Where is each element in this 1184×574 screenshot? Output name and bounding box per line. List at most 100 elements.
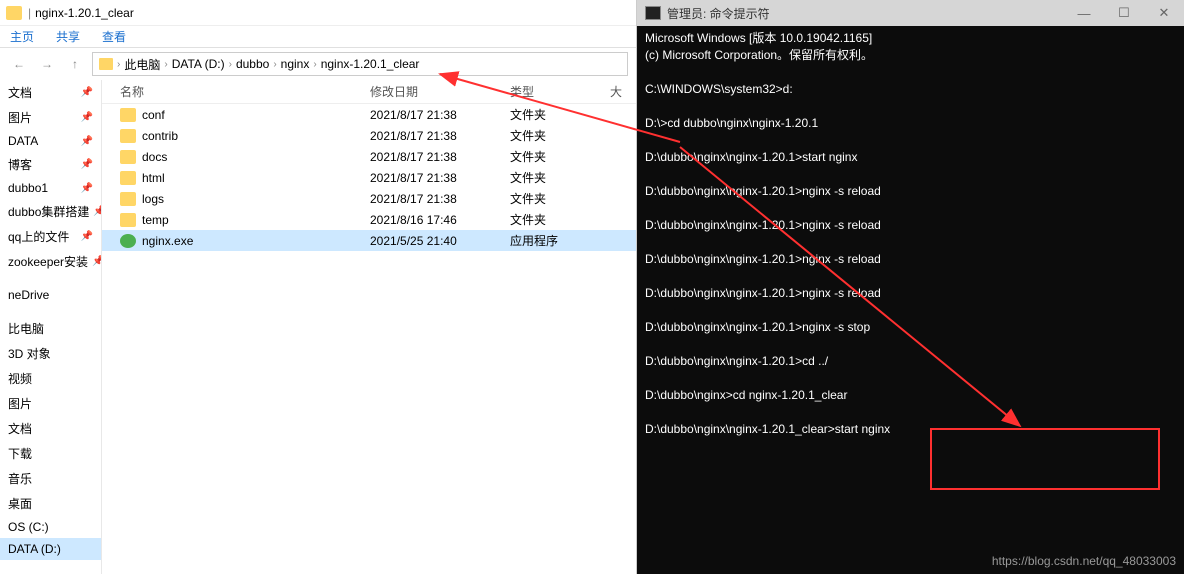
folder-icon [120,171,136,185]
file-row[interactable]: nginx.exe2021/5/25 21:40应用程序 [102,230,636,251]
nav-item[interactable] [0,306,101,316]
nav-item[interactable]: 文档 📌 [0,80,101,105]
nav-label: 博客 [8,156,32,173]
col-date[interactable]: 修改日期 [370,83,510,100]
file-date: 2021/8/17 21:38 [370,192,510,206]
minimize-button[interactable]: — [1064,0,1104,26]
file-type: 应用程序 [510,232,610,249]
up-button[interactable]: ↑ [64,53,86,75]
address-bar-row: ← → ↑ › 此电脑 › DATA (D:) › dubbo › nginx … [0,48,636,80]
crumb-pc[interactable]: 此电脑 [124,56,160,73]
nav-label: zookeeper安装 [8,253,88,270]
file-name: conf [142,108,165,122]
terminal-output[interactable]: Microsoft Windows [版本 10.0.19042.1165] (… [637,26,1184,442]
nav-label: 文档 [8,420,32,437]
nav-item[interactable]: 桌面 [0,491,101,516]
nav-item[interactable]: qq上的文件📌 [0,224,101,249]
file-name: temp [142,213,169,227]
nav-item[interactable]: 文档 [0,416,101,441]
col-size[interactable]: 大 [610,83,622,100]
file-name: contrib [142,129,178,143]
window-title: nginx-1.20.1_clear [35,6,134,20]
crumb-nginx[interactable]: nginx [281,57,310,71]
nav-item[interactable]: dubbo集群搭建📌 [0,199,101,224]
file-date: 2021/8/17 21:38 [370,150,510,164]
back-button[interactable]: ← [8,53,30,75]
nav-item[interactable]: 比电脑 [0,316,101,341]
ribbon-share[interactable]: 共享 [56,28,80,45]
file-type: 文件夹 [510,169,610,186]
nav-label: 下载 [8,445,32,462]
col-name[interactable]: 名称 [120,83,370,100]
nav-item[interactable]: 图片📌 [0,105,101,130]
nav-item[interactable]: neDrive [0,284,101,306]
crumb-drive[interactable]: DATA (D:) [172,57,225,71]
pin-icon: 📌 [81,159,93,170]
nav-item[interactable]: zookeeper安装 📌 [0,249,101,274]
nav-item[interactable]: 博客 📌 [0,152,101,177]
crumb-dubbo[interactable]: dubbo [236,57,269,71]
chevron-right-icon: › [164,59,167,70]
file-explorer: | nginx-1.20.1_clear 主页 共享 查看 ← → ↑ › 此电… [0,0,637,574]
folder-icon [120,192,136,206]
file-type: 文件夹 [510,127,610,144]
folder-icon [6,6,22,20]
file-name: docs [142,150,167,164]
nav-label: neDrive [8,288,49,302]
forward-button[interactable]: → [36,53,58,75]
nav-item[interactable]: 图片 [0,391,101,416]
nav-label: 桌面 [8,495,32,512]
ribbon-view[interactable]: 查看 [102,28,126,45]
nav-label: 文档 [8,84,32,101]
column-headers[interactable]: 名称 修改日期 类型 大 [102,80,636,104]
nav-item[interactable]: 音乐 [0,466,101,491]
file-row[interactable]: conf2021/8/17 21:38文件夹 [102,104,636,125]
nav-item[interactable]: DATA (D:) [0,538,101,560]
nav-item[interactable]: dubbo1📌 [0,177,101,199]
nav-item[interactable]: 视频 [0,366,101,391]
pin-icon: 📌 [81,136,93,147]
ribbon-home[interactable]: 主页 [10,28,34,45]
file-type: 文件夹 [510,106,610,123]
breadcrumb[interactable]: › 此电脑 › DATA (D:) › dubbo › nginx › ngin… [92,52,628,76]
nav-item[interactable]: OS (C:) [0,516,101,538]
chevron-right-icon: › [117,59,120,70]
maximize-button[interactable]: ☐ [1104,0,1144,26]
folder-icon [120,108,136,122]
file-row[interactable]: docs 2021/8/17 21:38文件夹 [102,146,636,167]
nav-label: 图片 [8,109,32,126]
nav-label: DATA [8,134,38,148]
file-name: nginx.exe [142,234,193,248]
nav-label: dubbo集群搭建 [8,203,89,220]
ribbon-tabs: 主页 共享 查看 [0,26,636,48]
file-row[interactable]: html2021/8/17 21:38文件夹 [102,167,636,188]
nav-label: dubbo1 [8,181,48,195]
col-type[interactable]: 类型 [510,83,610,100]
nav-item[interactable]: 下载 [0,441,101,466]
file-name: logs [142,192,164,206]
close-button[interactable]: ✕ [1144,0,1184,26]
pin-icon: 📌 [81,87,93,98]
nav-item[interactable] [0,274,101,284]
crumb-folder[interactable]: nginx-1.20.1_clear [321,57,420,71]
folder-icon [99,58,113,70]
file-list-pane: 名称 修改日期 类型 大 conf2021/8/17 21:38文件夹contr… [102,80,636,574]
file-type: 文件夹 [510,148,610,165]
nav-item[interactable]: 3D 对象 [0,341,101,366]
navigation-pane[interactable]: 文档📌图片📌DATA📌博客📌dubbo1📌dubbo集群搭建📌qq上的文件📌zo… [0,80,102,574]
chevron-right-icon: › [229,59,232,70]
pin-icon: 📌 [92,256,102,267]
chevron-right-icon: › [313,59,316,70]
nav-label: 3D 对象 [8,345,51,362]
nav-label: 比电脑 [8,320,44,337]
nav-label: OS (C:) [8,520,49,534]
nav-item[interactable]: DATA 📌 [0,130,101,152]
window-title-bar[interactable]: | nginx-1.20.1_clear [0,0,636,26]
file-name: html [142,171,165,185]
file-row[interactable]: logs2021/8/17 21:38文件夹 [102,188,636,209]
file-row[interactable]: temp2021/8/16 17:46文件夹 [102,209,636,230]
file-date: 2021/8/17 21:38 [370,129,510,143]
cmd-icon [645,6,661,20]
file-row[interactable]: contrib 2021/8/17 21:38文件夹 [102,125,636,146]
folder-icon [120,213,136,227]
